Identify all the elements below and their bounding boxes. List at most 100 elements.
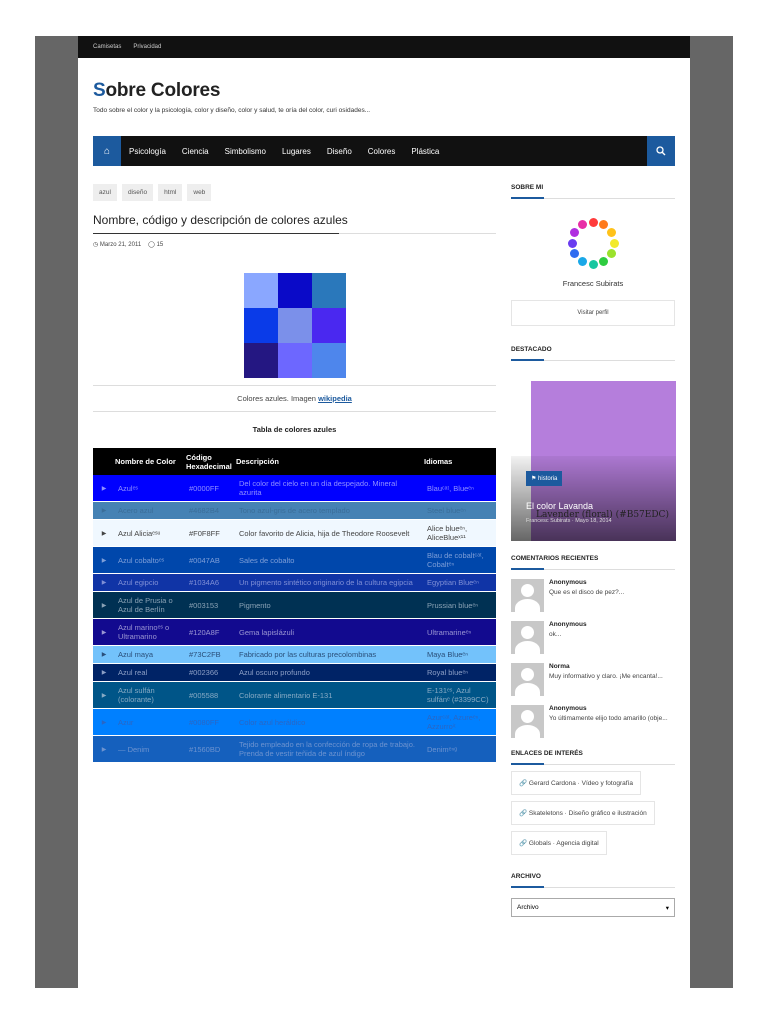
row-color-description: Pigmento xyxy=(236,591,424,619)
featured-category-badge[interactable]: ⚑ historia xyxy=(526,471,563,486)
nav-item-psicologia[interactable]: Psicología xyxy=(121,136,174,166)
interest-link[interactable]: 🔗 Skateletons · Diseño gráfico e ilustra… xyxy=(511,801,655,825)
page-wrapper: Camisetas Privacidad Sobre Colores Todo … xyxy=(78,36,690,988)
featured-overlay-shade xyxy=(511,456,676,541)
image-caption: Colores azules. Imagen wikipedia xyxy=(93,385,496,412)
comment-excerpt: Yo últimamente elijo todo amarillo (obje… xyxy=(549,715,668,722)
archive-select[interactable]: Archivo ▾ xyxy=(511,898,675,917)
color-swatch-image xyxy=(243,273,346,378)
comment-item[interactable]: Anonymous Que es el disco de pez?... xyxy=(511,579,675,612)
table-row[interactable]: ▶ Azul marinoᵉˢ o Ultramarino #120A8F Gema … xyxy=(93,618,496,646)
featured-badge-label: historia xyxy=(538,476,558,482)
post-tags: azul diseño html web xyxy=(93,184,496,201)
row-color-description: Gema lapislázuli xyxy=(236,618,424,646)
search-icon[interactable] xyxy=(647,136,675,166)
tag-html[interactable]: html xyxy=(158,184,183,201)
table-title: Tabla de colores azules xyxy=(252,425,337,434)
table-row[interactable]: ▶ Azur #0080FF Color azul heráldico Azurᶜᵃᵗ,… xyxy=(93,708,496,736)
row-color-description: Tono azul-gris de acero templado xyxy=(236,501,424,520)
nav-item-lugares[interactable]: Lugares xyxy=(274,136,319,166)
caption-link-wikipedia[interactable]: wikipedia xyxy=(318,394,352,403)
link-icon: 🔗 xyxy=(519,840,528,847)
avatar-dot xyxy=(588,259,598,269)
tag-web[interactable]: web xyxy=(187,184,212,201)
table-header-hex: Código Hexadecimal xyxy=(186,448,236,475)
avatar-dot xyxy=(599,220,608,230)
row-color-languages: Royal blueᵉⁿ xyxy=(424,663,496,682)
row-expand-icon[interactable]: ▶ xyxy=(93,501,115,520)
post-title: Nombre, código y descripción de colores … xyxy=(93,213,496,234)
comment-item[interactable]: Anonymous ok... xyxy=(511,621,675,654)
comment-item[interactable]: Norma Muy informativo y claro. ¡Me encant… xyxy=(511,663,675,696)
swatch-cell xyxy=(277,343,312,378)
caption-text: Colores azules. Imagen xyxy=(237,394,316,403)
visit-profile-button[interactable]: Visitar perfil xyxy=(511,300,675,326)
topbar-link-privacidad[interactable]: Privacidad xyxy=(133,44,161,50)
row-expand-icon[interactable]: ▶ xyxy=(93,475,115,502)
row-expand-icon[interactable]: ▶ xyxy=(93,519,115,547)
link-row: 🔗 Skateletons · Diseño gráfico e ilustra… xyxy=(511,795,675,825)
nav-item-simbolismo[interactable]: Simbolismo xyxy=(217,136,274,166)
row-expand-icon[interactable]: ▶ xyxy=(93,618,115,646)
row-expand-icon[interactable]: ▶ xyxy=(93,681,115,709)
tag-azul[interactable]: azul xyxy=(93,184,117,201)
table-row[interactable]: ▶ Azul sulfán (colorante) #005588 Colorante… xyxy=(93,681,496,709)
swatch-cell xyxy=(277,273,312,308)
row-expand-icon[interactable]: ▶ xyxy=(93,546,115,574)
table-row[interactable]: ▶ Azulᵉˢ #0000FF Del color del cielo en un … xyxy=(93,475,496,502)
link-icon: 🔗 xyxy=(519,780,528,787)
table-row[interactable]: ▶ — Denim #1560BD Tejido empleado en la con… xyxy=(93,735,496,763)
comment-item[interactable]: Anonymous Yo últimamente elijo todo amari… xyxy=(511,705,675,738)
post-comments-wrap[interactable]: ◯ 15 xyxy=(148,241,163,248)
row-color-hex: #73C2FB xyxy=(186,645,236,664)
nav-item-diseno[interactable]: Diseño xyxy=(319,136,360,166)
colors-table: Nombre de Color Código Hexadecimal Descr… xyxy=(93,448,496,763)
table-row[interactable]: ▶ Azul real #002366 Azul oscuro profundo Roy… xyxy=(93,663,496,682)
featured-post[interactable]: ⚑ historia El color Lavanda Lavender (fl… xyxy=(511,381,676,541)
row-color-hex: #1034A6 xyxy=(186,573,236,592)
links-list: 🔗 Gerard Cardona · Vídeo y fotografía 🔗 S… xyxy=(511,765,675,855)
author-avatar[interactable] xyxy=(563,213,623,273)
row-expand-icon[interactable]: ▶ xyxy=(93,591,115,619)
row-expand-icon[interactable]: ▶ xyxy=(93,663,115,682)
link-icon: 🔗 xyxy=(519,810,528,817)
table-row[interactable]: ▶ Azul maya #73C2FB Fabricado por las cultu… xyxy=(93,645,496,664)
comment-body: Norma Muy informativo y claro. ¡Me encant… xyxy=(549,663,663,696)
chevron-down-icon: ▾ xyxy=(665,904,669,912)
swatch-cell xyxy=(243,273,278,308)
nav-item-colores[interactable]: Colores xyxy=(360,136,404,166)
table-row[interactable]: ▶ Acero azul #4682B4 Tono azul-gris de acer… xyxy=(93,501,496,520)
comment-excerpt: Que es el disco de pez?... xyxy=(549,589,625,596)
swatch-cell xyxy=(243,308,278,343)
site-title[interactable]: Sobre Colores xyxy=(93,80,675,102)
row-color-hex: #0047AB xyxy=(186,546,236,574)
row-color-languages: Ultramarineᵉⁿ xyxy=(424,618,496,646)
row-color-name: Azul Aliciaᵉˢᵘ xyxy=(115,519,186,547)
home-icon[interactable]: ⌂ xyxy=(93,136,121,166)
table-header-arrow xyxy=(93,448,115,475)
site-title-initial: S xyxy=(93,80,106,101)
row-expand-icon[interactable]: ▶ xyxy=(93,573,115,592)
interest-link[interactable]: 🔗 Globals · Agencia digital xyxy=(511,831,607,855)
interest-link[interactable]: 🔗 Gerard Cardona · Vídeo y fotografía xyxy=(511,771,641,795)
site-tagline: Todo sobre el color y la psicología, col… xyxy=(93,107,371,114)
row-color-languages: Steel blueᵉⁿ xyxy=(424,501,496,520)
row-expand-icon[interactable]: ▶ xyxy=(93,735,115,763)
top-bar: Camisetas Privacidad xyxy=(78,36,690,58)
nav-item-ciencia[interactable]: Ciencia xyxy=(174,136,217,166)
table-row[interactable]: ▶ Azul de Prusia o Azul de Berlín #003153 P… xyxy=(93,591,496,619)
row-color-name: — Denim xyxy=(115,735,186,763)
table-row[interactable]: ▶ Azul cobaltoᵉˢ #0047AB Sales de cobalto Bl… xyxy=(93,546,496,574)
table-row[interactable]: ▶ Azul Aliciaᵉˢᵘ #F0F8FF Color favorito de … xyxy=(93,519,496,547)
table-row[interactable]: ▶ Azul egipcio #1034A6 Un pigmento sintétic… xyxy=(93,573,496,592)
nav-item-plastica[interactable]: Plástica xyxy=(403,136,447,166)
row-color-languages: Alice blueᵉⁿ, AliceBlueˣ¹¹ xyxy=(424,519,496,547)
row-expand-icon[interactable]: ▶ xyxy=(93,708,115,736)
comment-excerpt: Muy informativo y claro. ¡Me encanta!... xyxy=(549,673,663,680)
row-color-name: Azul de Prusia o Azul de Berlín xyxy=(115,591,186,619)
row-expand-icon[interactable]: ▶ xyxy=(93,645,115,664)
sidebar: SOBRE MI Francesc Subirats Visitar perfi… xyxy=(511,184,676,917)
tag-diseno[interactable]: diseño xyxy=(121,184,154,201)
topbar-link-camisetas[interactable]: Camisetas xyxy=(93,44,121,50)
